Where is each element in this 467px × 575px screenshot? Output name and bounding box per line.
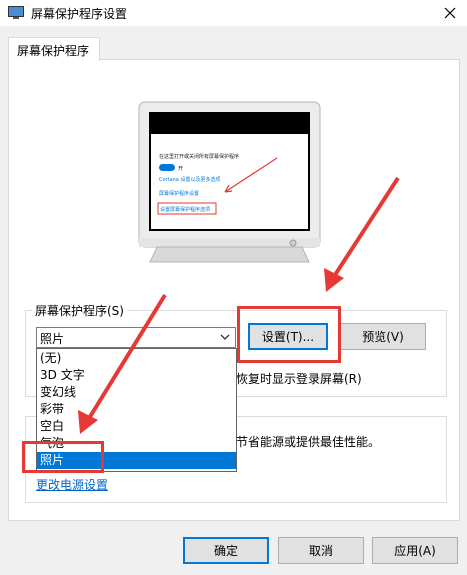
cancel-button[interactable]: 取消 — [278, 537, 364, 564]
option-mystify[interactable]: 变幻线 — [37, 384, 236, 401]
screensaver-app-icon — [8, 6, 24, 20]
apply-button[interactable]: 应用(A) — [372, 537, 458, 564]
preview-toggle — [159, 164, 175, 171]
window-title: 屏幕保护程序设置 — [31, 7, 128, 21]
preview-link3: 设置屏幕保护程序选项 — [160, 206, 210, 213]
tab-label: 屏幕保护程序 — [17, 44, 90, 58]
ok-button[interactable]: 确定 — [183, 537, 269, 564]
screensaver-group-label: 屏幕保护程序(S) — [32, 302, 127, 319]
monitor-preview: 在这里打开或关闭所有屏幕保护程序 开 Cortana 设置以及更多选项 屏幕保护… — [138, 101, 321, 263]
screensaver-selected-value: 照片 — [40, 332, 65, 346]
option-3d-text[interactable]: 3D 文字 — [37, 367, 236, 384]
option-ribbons[interactable]: 彩带 — [37, 401, 236, 418]
close-button[interactable] — [432, 0, 467, 26]
screensaver-select[interactable]: 照片 — [36, 327, 236, 348]
power-led-icon — [289, 239, 297, 247]
preview-link2: 屏幕保护程序设置 — [159, 190, 199, 197]
option-blank[interactable]: 空白 — [37, 418, 236, 435]
close-icon — [444, 7, 455, 19]
option-none[interactable]: (无) — [37, 350, 236, 367]
tab-screensaver[interactable]: 屏幕保护程序 — [8, 37, 100, 61]
preview-toggle-label: 开 — [178, 166, 183, 172]
change-power-settings-link[interactable]: 更改电源设置 — [36, 476, 108, 493]
resume-show-login-label: 恢复时显示登录屏幕(R) — [236, 372, 362, 386]
annotation-box-photos — [22, 441, 104, 473]
annotation-box-settings — [237, 306, 341, 363]
preview-text-line1: 在这里打开或关闭所有屏幕保护程序 — [159, 153, 239, 160]
chevron-down-icon — [220, 334, 230, 340]
power-description: 节省能源或提供最佳性能。 — [236, 435, 381, 449]
preview-button[interactable]: 预览(V) — [340, 323, 426, 350]
preview-link1: Cortana 设置以及更多选项 — [159, 176, 220, 183]
